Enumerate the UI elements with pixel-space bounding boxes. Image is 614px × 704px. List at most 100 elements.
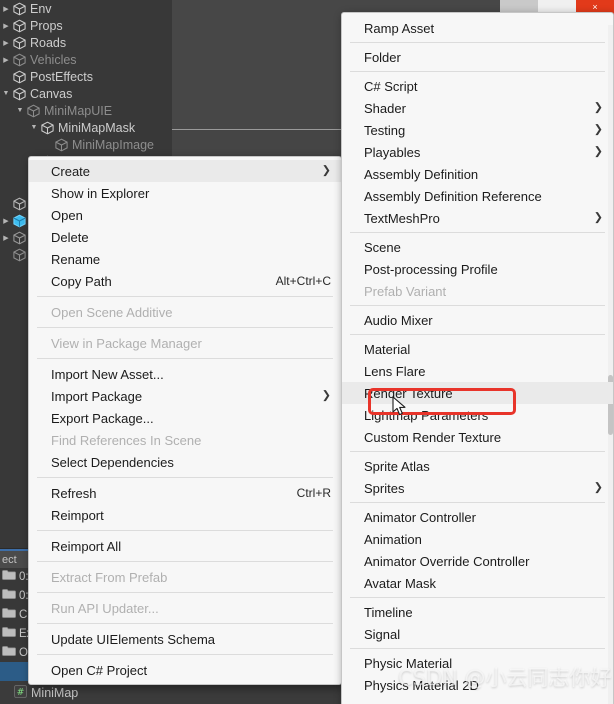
menu-item-textmeshpro[interactable]: TextMeshPro ❯ [342,207,613,229]
menu-separator [37,592,333,593]
menu-separator [350,334,605,335]
disclosure-triangle-down-icon[interactable]: ▼ [28,124,40,131]
disclosure-triangle-right-icon[interactable]: ▶ [0,39,12,47]
create-submenu[interactable]: Ramp Asset Folder C# Script Shader ❯ Testing ❯… [341,12,614,704]
menu-item-label: Scene [364,239,401,255]
menu-item-export-package[interactable]: Export Package... [29,407,341,429]
menu-item-label: Material [364,341,411,357]
hierarchy-item-env[interactable]: ▶ Env [0,0,172,17]
hierarchy-item-label: Vehicles [30,52,77,67]
menu-separator [350,305,605,306]
hierarchy-tree[interactable]: ▶ Env ▶ Props ▶ Roads ▶ Vehicles▶PostEffects ▼ Ca… [0,0,172,170]
hierarchy-item-minimapuie[interactable]: ▼ MiniMapUIE [0,102,172,119]
menu-item-open[interactable]: Open [29,204,341,226]
menu-item-create[interactable]: Create ❯ [29,160,341,182]
menu-separator [37,561,333,562]
csdn-watermark: CSDN @小云同志你好 [398,666,612,690]
gameobject-cube-icon [12,87,27,101]
menu-item-refresh[interactable]: Refresh Ctrl+R [29,482,341,504]
hierarchy-item-minimapmask[interactable]: ▼ MiniMapMask [0,119,172,136]
menu-separator [350,597,605,598]
hierarchy-item-label: MiniMapUIE [44,103,113,118]
hierarchy-item-label: Env [30,1,52,16]
disclosure-triangle-right-icon[interactable]: ▶ [0,22,12,30]
disclosure-triangle-down-icon[interactable]: ▼ [0,90,12,97]
menu-item-select-dependencies[interactable]: Select Dependencies [29,451,341,473]
menu-item-label: Render Texture [364,385,453,401]
menu-item-c-script[interactable]: C# Script [342,75,613,97]
menu-item-reimport-all[interactable]: Reimport All [29,535,341,557]
menu-item-folder[interactable]: Folder [342,46,613,68]
menu-item-material[interactable]: Material [342,338,613,360]
menu-item-open-scene-additive: Open Scene Additive [29,301,341,323]
menu-item-label: Testing [364,122,406,138]
menu-item-label: Assembly Definition [364,166,479,182]
menu-item-import-new-asset[interactable]: Import New Asset... [29,363,341,385]
hierarchy-item-minimapimage[interactable]: ▶MiniMapImage [0,136,172,153]
menu-item-label: Select Dependencies [51,454,174,470]
menu-item-assembly-definition[interactable]: Assembly Definition [342,163,613,185]
menu-item-rename[interactable]: Rename [29,248,341,270]
hierarchy-item-roads[interactable]: ▶ Roads [0,34,172,51]
hierarchy-item-props[interactable]: ▶ Props [0,17,172,34]
menu-item-label: Animator Override Controller [364,553,530,569]
menu-item-shortcut: Ctrl+R [296,486,331,500]
asset-context-menu[interactable]: Create ❯ Show in Explorer Open Delete Rename C… [28,156,342,685]
menu-item-label: Show in Explorer [51,185,150,201]
chevron-right-icon: ❯ [593,101,603,114]
disclosure-triangle-icon[interactable]: ▶ [0,217,12,225]
menu-item-ramp-asset[interactable]: Ramp Asset [342,17,613,39]
menu-item-label: Import Package [51,388,143,404]
menu-item-playables[interactable]: Playables ❯ [342,141,613,163]
menu-item-lightmap-parameters[interactable]: Lightmap Parameters [342,404,613,426]
menu-item-post-processing-profile[interactable]: Post-processing Profile [342,258,613,280]
menu-separator [37,358,333,359]
menu-item-shader[interactable]: Shader ❯ [342,97,613,119]
menu-item-delete[interactable]: Delete [29,226,341,248]
disclosure-triangle-right-icon[interactable]: ▶ [0,56,12,64]
menu-item-copy-path[interactable]: Copy Path Alt+Ctrl+C [29,270,341,292]
menu-item-signal[interactable]: Signal [342,623,613,645]
menu-item-render-texture[interactable]: Render Texture [342,382,613,404]
menu-item-label: Custom Render Texture [364,429,502,445]
menu-item-show-in-explorer[interactable]: Show in Explorer [29,182,341,204]
menu-item-open-c-project[interactable]: Open C# Project [29,659,341,681]
csharp-script-icon: # [14,684,27,701]
menu-separator [350,232,605,233]
hierarchy-item-vehicles[interactable]: ▶ Vehicles [0,51,172,68]
menu-item-timeline[interactable]: Timeline [342,601,613,623]
menu-item-animator-override-controller[interactable]: Animator Override Controller [342,550,613,572]
menu-item-label: Open Scene Additive [51,304,173,320]
folder-icon [2,607,16,622]
hierarchy-item-label: PostEffects [30,69,93,84]
gameobject-cube-icon [12,248,27,262]
menu-item-testing[interactable]: Testing ❯ [342,119,613,141]
menu-item-label: View in Package Manager [51,335,202,351]
menu-item-label: TextMeshPro [364,210,440,226]
disclosure-triangle-right-icon[interactable]: ▶ [0,5,12,13]
menu-item-label: Post-processing Profile [364,261,498,277]
menu-item-scene[interactable]: Scene [342,236,613,258]
menu-item-custom-render-texture[interactable]: Custom Render Texture [342,426,613,448]
chevron-right-icon: ❯ [593,123,603,136]
menu-item-sprite-atlas[interactable]: Sprite Atlas [342,455,613,477]
disclosure-triangle-icon[interactable]: ▶ [0,234,12,242]
menu-item-lens-flare[interactable]: Lens Flare [342,360,613,382]
gameobject-cube-icon [12,19,27,33]
menu-separator [37,477,333,478]
menu-item-reimport[interactable]: Reimport [29,504,341,526]
menu-item-audio-mixer[interactable]: Audio Mixer [342,309,613,331]
gameobject-cube-icon [12,70,27,84]
menu-item-avatar-mask[interactable]: Avatar Mask [342,572,613,594]
disclosure-triangle-down-icon[interactable]: ▼ [14,107,26,114]
hierarchy-item-canvas[interactable]: ▼ Canvas [0,85,172,102]
hierarchy-item-posteffects[interactable]: ▶PostEffects [0,68,172,85]
menu-item-sprites[interactable]: Sprites ❯ [342,477,613,499]
menu-item-assembly-definition-reference[interactable]: Assembly Definition Reference [342,185,613,207]
menu-item-animator-controller[interactable]: Animator Controller [342,506,613,528]
menu-item-import-package[interactable]: Import Package ❯ [29,385,341,407]
folder-icon [2,626,16,641]
menu-item-animation[interactable]: Animation [342,528,613,550]
menu-item-label: Open C# Project [51,662,148,678]
menu-item-update-uielements-schema[interactable]: Update UIElements Schema [29,628,341,650]
